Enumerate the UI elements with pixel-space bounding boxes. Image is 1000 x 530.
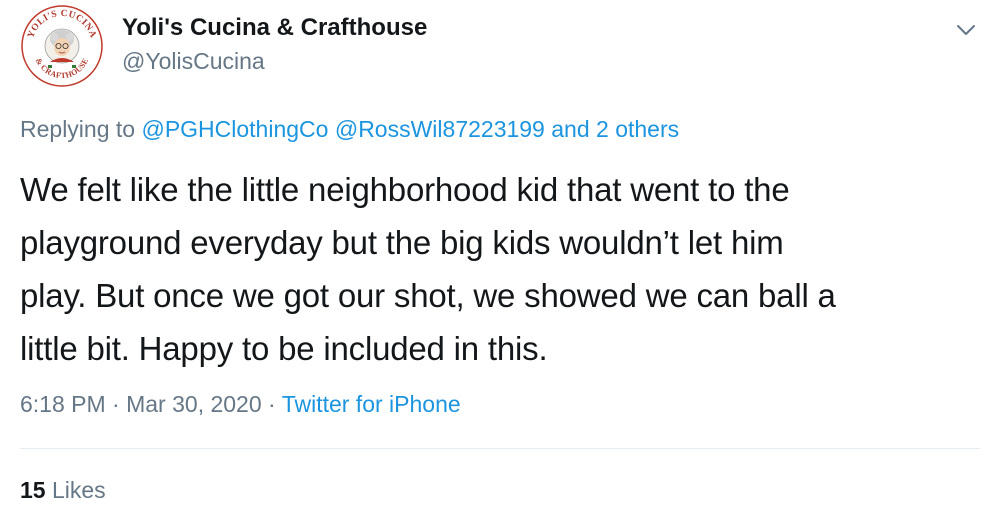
likes-count: 15	[20, 477, 46, 503]
tweet-text-line: play. But once we got our shot, we showe…	[20, 277, 836, 314]
mention-link[interactable]: @RossWil87223199	[335, 116, 545, 142]
and-others-link[interactable]: and 2 others	[551, 116, 679, 142]
replying-to-line: Replying to @PGHClothingCo @RossWil87223…	[20, 116, 679, 143]
tweet-text-line: We felt like the little neighborhood kid…	[20, 171, 790, 208]
chevron-down-icon[interactable]	[952, 16, 980, 44]
author-handle[interactable]: @YolisCucina	[122, 48, 265, 75]
tweet-text: We felt like the little neighborhood kid…	[20, 163, 970, 375]
likes-label: Likes	[51, 477, 106, 503]
author-display-name[interactable]: Yoli's Cucina & Crafthouse	[122, 14, 427, 42]
tweet-card: YOLI'S CUCINA & CRAFTHOUSE Yoli's Cucina…	[0, 0, 1000, 530]
tweet-date[interactable]: Mar 30, 2020	[126, 391, 262, 417]
avatar[interactable]: YOLI'S CUCINA & CRAFTHOUSE	[20, 4, 104, 88]
divider	[20, 448, 980, 449]
likes-stat[interactable]: 15 Likes	[20, 477, 106, 504]
tweet-metadata: 6:18 PM · Mar 30, 2020 · Twitter for iPh…	[20, 391, 461, 418]
tweet-text-line: little bit. Happy to be included in this…	[20, 330, 548, 367]
restaurant-logo-icon: YOLI'S CUCINA & CRAFTHOUSE	[21, 5, 103, 87]
tweet-text-line: playground everyday but the big kids wou…	[20, 224, 784, 261]
meta-separator: ·	[112, 391, 120, 417]
mention-link[interactable]: @PGHClothingCo	[141, 116, 328, 142]
tweet-source-link[interactable]: Twitter for iPhone	[282, 391, 461, 417]
tweet-time[interactable]: 6:18 PM	[20, 391, 106, 417]
replying-to-label: Replying to	[20, 116, 136, 142]
meta-separator: ·	[268, 391, 276, 417]
